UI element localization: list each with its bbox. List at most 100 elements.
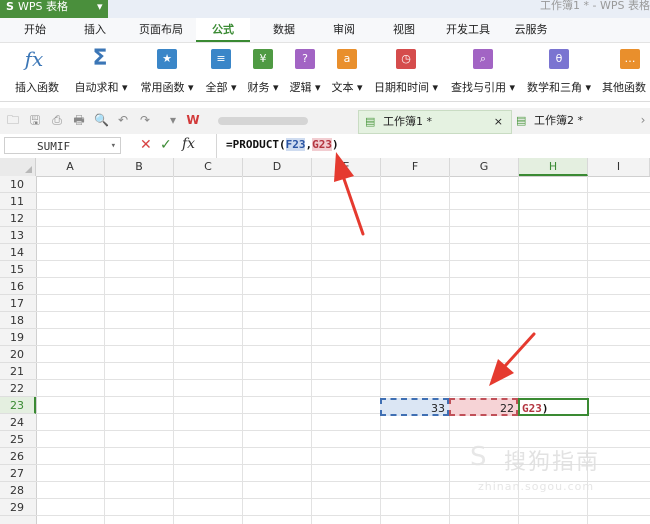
- tab-cloud[interactable]: 云服务: [504, 18, 558, 42]
- row-header-13[interactable]: 13: [0, 227, 36, 244]
- lookup-functions-button[interactable]: ⌕ 查找与引用 ▾: [446, 43, 520, 101]
- doc-tab-label: 工作簿1 *: [383, 115, 432, 128]
- tab-view[interactable]: 视图: [378, 18, 430, 42]
- row-header-15[interactable]: 15: [0, 261, 36, 278]
- row-header-16[interactable]: 16: [0, 278, 36, 295]
- row-header-18[interactable]: 18: [0, 312, 36, 329]
- datetime-functions-label: 日期和时间 ▾: [373, 81, 439, 94]
- autosum-button[interactable]: Σ 自动求和 ▾: [70, 43, 132, 101]
- other-functions-button[interactable]: … 其他函数: [598, 43, 650, 101]
- tab-page-layout[interactable]: 页面布局: [128, 18, 194, 42]
- tab-review[interactable]: 审阅: [318, 18, 370, 42]
- window-title: 工作簿1 * - WPS 表格: [540, 0, 650, 12]
- datetime-functions-button[interactable]: ◷ 日期和时间 ▾: [370, 43, 442, 101]
- doc-tab-workbook1[interactable]: ▤ 工作簿1 * ×: [358, 110, 512, 134]
- row-header-23[interactable]: 23: [0, 397, 36, 414]
- name-box-value: SUMIF: [37, 140, 71, 153]
- sheet-icon: ▤: [516, 114, 527, 127]
- math-functions-button[interactable]: θ 数学和三角 ▾: [522, 43, 596, 101]
- row-header-10[interactable]: 10: [0, 176, 36, 193]
- insert-function-button[interactable]: fx 插入函数: [8, 43, 66, 101]
- cell-f23[interactable]: 33: [380, 398, 449, 416]
- name-box[interactable]: SUMIF ▾: [4, 137, 121, 154]
- dropdown-icon[interactable]: ▾: [166, 113, 180, 127]
- text-book-icon: a: [337, 49, 357, 69]
- cancel-icon[interactable]: ✕: [140, 137, 152, 153]
- column-header-e[interactable]: E: [312, 158, 381, 176]
- formula-input[interactable]: =PRODUCT(F23,G23): [226, 138, 339, 151]
- tab-insert[interactable]: 插入: [70, 18, 120, 42]
- common-functions-button[interactable]: ★ 常用函数 ▾: [136, 43, 198, 101]
- cell-h23-editing[interactable]: G23): [518, 398, 589, 416]
- star-book-icon: ★: [157, 49, 177, 69]
- row-header-21[interactable]: 21: [0, 363, 36, 380]
- tab-overflow-icon[interactable]: ›: [636, 113, 650, 127]
- app-menu-button[interactable]: S WPS 表格 ▾: [0, 0, 108, 18]
- formula-prefix: =PRODUCT(: [226, 138, 286, 151]
- tab-formulas[interactable]: 公式: [196, 18, 250, 42]
- title-bar: S WPS 表格 ▾ 工作簿1 * - WPS 表格: [0, 0, 650, 18]
- row-header-11[interactable]: 11: [0, 193, 36, 210]
- watermark-url: zhinan.sogou.com: [478, 480, 595, 493]
- cell-ref-g23: G23: [522, 402, 542, 415]
- row-header-25[interactable]: 25: [0, 431, 36, 448]
- doc-tab-workbook2[interactable]: ▤ 工作簿2 *: [512, 110, 632, 132]
- text-functions-button[interactable]: a 文本 ▾: [327, 43, 367, 101]
- all-functions-button[interactable]: ≡ 全部 ▾: [200, 43, 242, 101]
- print-icon[interactable]: 🖶: [72, 113, 86, 127]
- row-header-24[interactable]: 24: [0, 414, 36, 431]
- preview-icon[interactable]: 🔍: [94, 113, 109, 127]
- formula-bar: SUMIF ▾ ✕ ✓ fx =PRODUCT(F23,G23): [0, 134, 650, 159]
- formula-ref-f23: F23: [285, 138, 306, 151]
- select-all-corner[interactable]: [0, 158, 36, 176]
- sogou-logo-icon: S: [470, 442, 487, 472]
- row-header-22[interactable]: 22: [0, 380, 36, 397]
- column-header-g[interactable]: G: [450, 158, 519, 176]
- column-header-f[interactable]: F: [381, 158, 450, 176]
- cell-g23[interactable]: 22: [449, 398, 518, 416]
- lookup-functions-label: 查找与引用 ▾: [450, 81, 516, 94]
- redo-icon[interactable]: ↷: [138, 113, 152, 127]
- finance-functions-button[interactable]: ¥ 财务 ▾: [243, 43, 283, 101]
- autosum-label: 自动求和 ▾: [74, 81, 128, 94]
- save-icon[interactable]: 🖫: [28, 113, 42, 127]
- row-header-17[interactable]: 17: [0, 295, 36, 312]
- tab-start[interactable]: 开始: [10, 18, 60, 42]
- row-header-20[interactable]: 20: [0, 346, 36, 363]
- column-header-a[interactable]: A: [36, 158, 105, 176]
- tab-developer[interactable]: 开发工具: [436, 18, 500, 42]
- text-functions-label: 文本 ▾: [331, 81, 363, 94]
- chevron-down-icon[interactable]: ▾: [111, 138, 116, 155]
- search-book-icon: ⌕: [473, 49, 493, 69]
- ribbon-panel: fx 插入函数 Σ 自动求和 ▾ ★ 常用函数 ▾ ≡ 全部 ▾ ¥ 财务 ▾ …: [0, 43, 650, 102]
- row-header-27[interactable]: 27: [0, 465, 36, 482]
- row-header-28[interactable]: 28: [0, 482, 36, 499]
- doc-tab-label: 工作簿2 *: [534, 114, 583, 127]
- wps-mark-icon[interactable]: W: [186, 113, 200, 127]
- folder-icon[interactable]: 🗀: [6, 113, 20, 127]
- tab-data[interactable]: 数据: [258, 18, 310, 42]
- list-book-icon: ≡: [211, 49, 231, 69]
- blurred-region: [218, 117, 308, 125]
- fx-icon[interactable]: fx: [182, 136, 195, 152]
- column-header-d[interactable]: D: [243, 158, 312, 176]
- logic-functions-button[interactable]: ? 逻辑 ▾: [285, 43, 325, 101]
- row-header-12[interactable]: 12: [0, 210, 36, 227]
- undo-icon[interactable]: ↶: [116, 113, 130, 127]
- column-header-c[interactable]: C: [174, 158, 243, 176]
- confirm-icon[interactable]: ✓: [160, 137, 172, 153]
- row-header-14[interactable]: 14: [0, 244, 36, 261]
- column-header-i[interactable]: I: [588, 158, 650, 176]
- all-functions-label: 全部 ▾: [205, 81, 237, 94]
- common-functions-label: 常用函数 ▾: [140, 81, 194, 94]
- fx-icon: fx: [24, 47, 44, 71]
- column-header-b[interactable]: B: [105, 158, 174, 176]
- close-icon[interactable]: ×: [494, 111, 503, 133]
- row-header-29[interactable]: 29: [0, 499, 36, 516]
- other-functions-label: 其他函数: [602, 81, 646, 94]
- column-header-h[interactable]: H: [519, 158, 588, 176]
- row-header-26[interactable]: 26: [0, 448, 36, 465]
- watermark-text: 搜狗指南: [504, 450, 601, 475]
- print-preview-icon[interactable]: ⎙: [50, 113, 64, 127]
- row-header-19[interactable]: 19: [0, 329, 36, 346]
